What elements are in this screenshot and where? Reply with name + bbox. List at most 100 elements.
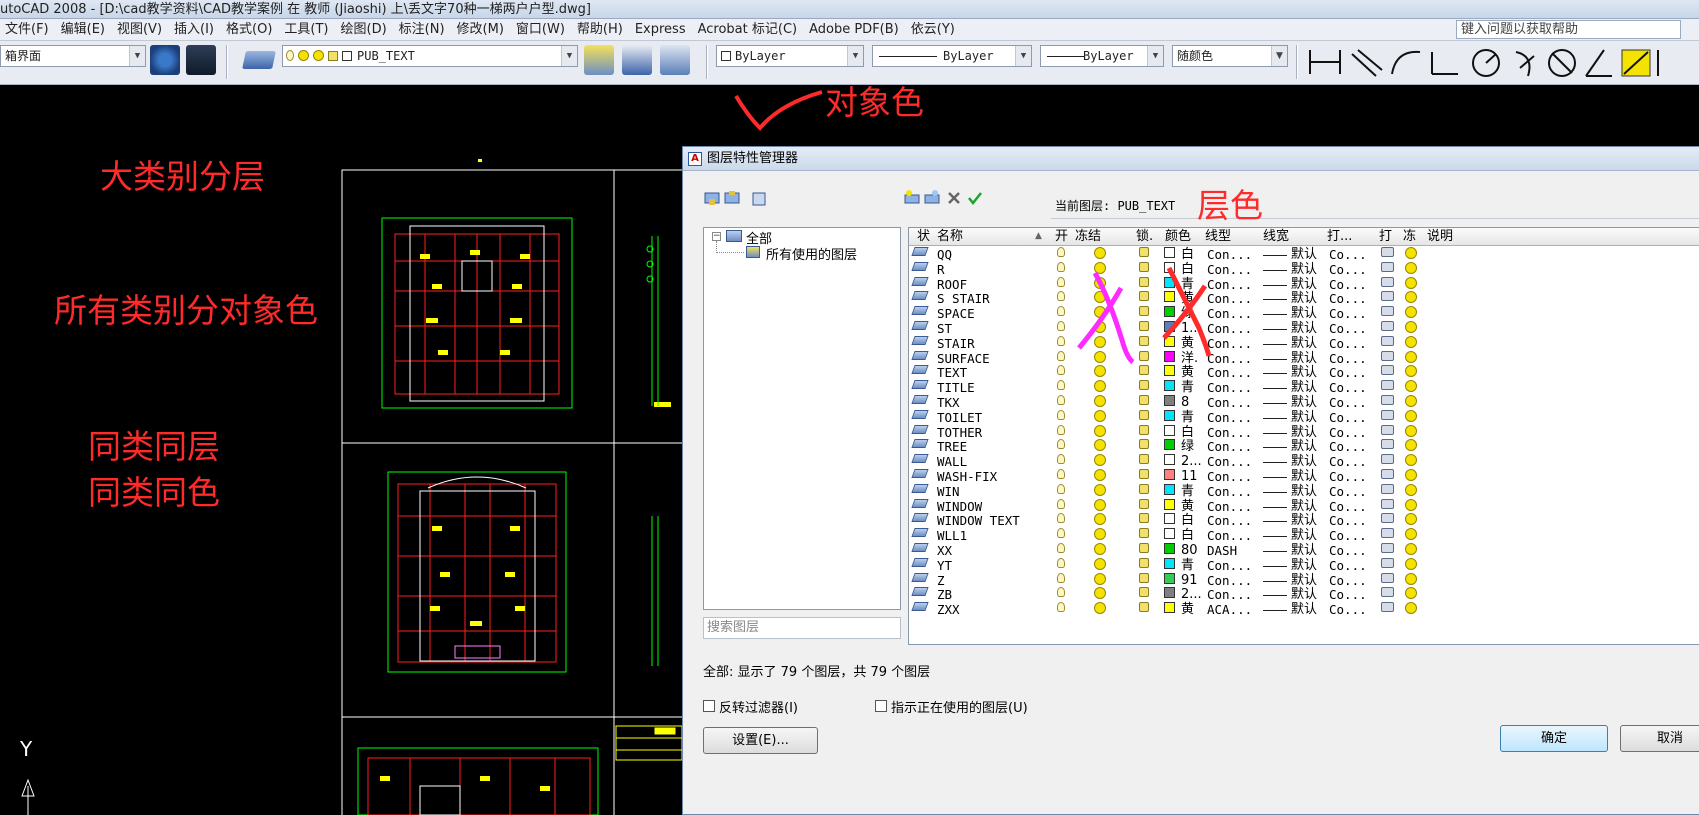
annotation-layer-color: 层色 [1197,186,1263,225]
linetype-combo-value: ByLayer [943,49,994,63]
layer-previous-icon[interactable] [622,45,652,75]
annotation-same-color: 同类同色 [88,473,220,512]
tree-item-used[interactable]: 所有使用的图层 [766,244,857,263]
linetype-combo[interactable]: ByLayer ▼ [872,45,1032,67]
annotation-all-category: 所有类别分对象色 [54,291,318,330]
layer-toolbar [904,190,982,206]
lineweight-combo[interactable]: ByLayer ▼ [1040,45,1164,67]
menu-item[interactable]: 视图(V) [112,19,167,41]
jogged-dimension-icon [1515,51,1535,77]
toolbar-separator [226,45,228,79]
menu-item[interactable]: 文件(F) [0,19,54,41]
layers-icon [726,230,742,242]
dialog-title-bar[interactable]: A 图层特性管理器 [683,147,1699,171]
elevation-fragments [646,236,659,666]
menu-item[interactable]: 格式(O) [221,19,277,41]
annotation-same-layer: 同类同层 [88,427,220,466]
chevron-down-icon[interactable]: ▼ [1015,46,1031,66]
menu-item[interactable]: 标注(N) [394,19,450,41]
handwritten-cross-marks [1077,266,1212,365]
line-sample [1047,56,1085,57]
radius-dimension-icon [1472,49,1500,77]
line-sample [879,56,937,57]
workspace-settings-icon[interactable] [186,45,216,75]
lock-icon [328,51,338,61]
new-layer-vp-frozen-icon [924,190,940,204]
color-combo[interactable]: ByLayer ▼ [716,45,864,67]
invert-filter-label: 反转过滤器(I) [719,701,798,716]
menu-item[interactable]: 窗口(W) [511,19,570,41]
workspace-combo[interactable]: 箱界面 ▼ [0,45,146,67]
ok-button[interactable]: 确定 [1500,725,1608,752]
plotstyle-combo-value: 随颜色 [1177,49,1214,63]
dialog-title: 图层特性管理器 [707,151,799,166]
chevron-down-icon[interactable]: ▼ [1147,46,1163,66]
toolbar-separator [1296,45,1298,79]
workspace-combo-value: 箱界面 [5,49,42,63]
filter-toolbar [704,191,766,206]
current-layer-text: 当前图层: PUB_TEXT [1055,199,1176,213]
layer-manager-icon[interactable] [242,51,276,69]
indicate-used-checkbox[interactable] [875,700,887,712]
layer-combo[interactable]: PUB_TEXT ▼ [282,45,578,67]
menu-item[interactable]: 修改(M) [452,19,509,41]
menu-bar: 文件(F) 编辑(E) 视图(V) 插入(I) 格式(O) 工具(T) 绘图(D) 标注(N)… [0,19,1699,41]
color-combo-value: ByLayer [735,49,786,63]
check-mark-icon [734,90,823,131]
diameter-dimension-icon [1548,49,1576,77]
menu-item[interactable]: 插入(I) [169,19,219,41]
viewport-freeze-icon [313,50,324,61]
menu-item[interactable]: Acrobat 标记(C) [693,19,803,41]
title-block [615,725,683,761]
menu-item[interactable]: 帮助(H) [572,19,628,41]
layer-states-icon[interactable] [660,45,690,75]
menu-item[interactable]: 绘图(D) [336,19,392,41]
invert-filter-checkbox[interactable] [703,700,715,712]
new-property-filter-icon [704,192,720,205]
toolbar-separator [706,45,708,79]
toolbar: 箱界面 ▼ PUB_TEXT ▼ ByLayer ▼ ByLayer ▼ ByLaye… [0,41,1699,85]
chevron-down-icon[interactable]: ▼ [1271,46,1287,66]
floor-plan-3 [357,747,599,815]
drawing-mark [478,159,482,162]
floor-plan-1 [381,217,671,409]
current-layer-label: 当前图层: PUB_TEXT [1051,193,1699,219]
layer-list[interactable]: 状名称开冻结 锁. 颜色 线型 线宽 打... 打冻说明 ▲ QQ 白 Con... 默认 Co...… [908,227,1699,645]
lineweight-combo-value: ByLayer [1083,49,1134,63]
menu-item[interactable]: 编辑(E) [56,19,110,41]
menu-item[interactable]: Adobe PDF(B) [804,19,904,41]
menu-item[interactable]: 依云(Y) [906,19,960,41]
used-layers-icon [746,246,760,258]
layer-properties-dialog[interactable]: A 图层特性管理器 当前图层: PUB_TEXT 层色 − 全部 所有使用的图层… [682,146,1699,815]
collapse-icon[interactable]: − [712,232,721,241]
color-swatch-icon [721,51,731,61]
cancel-button[interactable]: 取消 [1620,725,1699,752]
indicate-used-label: 指示正在使用的图层(U) [891,701,1028,716]
ucs-icon [21,778,35,815]
plotstyle-combo[interactable]: 随颜色 ▼ [1172,45,1288,67]
annotation-big-category: 大类别分层 [100,157,265,196]
sun-icon [298,50,309,61]
gear-icon[interactable] [150,45,180,75]
linear-dimension-icon [1309,50,1341,74]
drawing-frame [341,169,615,444]
chevron-down-icon[interactable]: ▼ [847,46,863,66]
new-layer-icon [904,190,920,204]
filter-tree[interactable]: − 全部 所有使用的图层 [703,227,901,610]
search-layers-input[interactable]: 搜索图层 [703,617,901,639]
tree-line [716,252,744,253]
layer-count-status: 全部: 显示了 79 个图层，共 79 个图层 [703,665,931,680]
help-search-input[interactable]: 键入问题以获取帮助 [1456,20,1681,39]
menu-item[interactable]: Express [630,19,691,41]
make-current-layer-icon[interactable] [584,45,614,75]
chevron-down-icon[interactable]: ▼ [561,46,577,66]
delete-layer-icon [948,192,960,204]
arc-length-icon [1391,50,1421,75]
chevron-down-icon[interactable]: ▼ [129,46,145,66]
bulb-icon [286,50,294,61]
menu-item[interactable]: 工具(T) [279,19,333,41]
angular-dimension-icon [1585,49,1612,77]
settings-button[interactable]: 设置(E)... [703,727,818,754]
layer-states-manager-icon [752,192,766,206]
ucs-y-label: Y [20,737,33,761]
